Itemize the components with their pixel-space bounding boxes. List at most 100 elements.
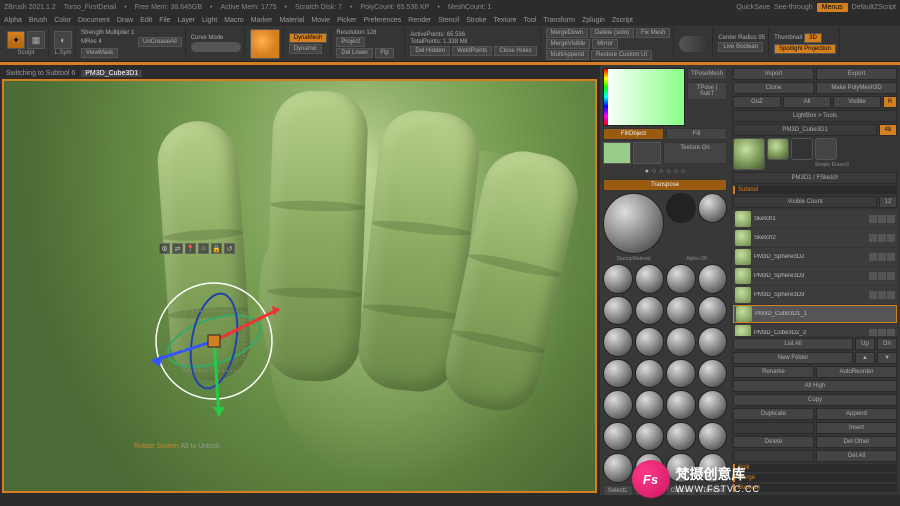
delother-button[interactable]: Del Other xyxy=(816,436,897,448)
secondary-color-swatch[interactable] xyxy=(633,142,661,164)
del-lower-button[interactable]: Del Lower xyxy=(336,48,373,58)
clone-button[interactable]: Clone xyxy=(733,82,814,94)
menu-transform[interactable]: Transform xyxy=(543,17,575,24)
strength-slider-label[interactable]: Strength Multiplier 1 xyxy=(81,30,136,36)
color-picker[interactable] xyxy=(603,68,685,126)
trimcu-button[interactable]: TrimCu xyxy=(698,485,728,496)
fillobject-button[interactable]: FillObject xyxy=(603,128,664,140)
dynamesh-button[interactable]: DynaMesh xyxy=(289,33,328,43)
delall-button[interactable]: Del All xyxy=(816,450,897,462)
resolution-slider[interactable]: Resolution 128 xyxy=(336,30,376,36)
autoreorder-button[interactable]: AutoReorder xyxy=(816,366,897,378)
mergevisible-button[interactable]: MergeVisible xyxy=(546,39,591,49)
brush-preset[interactable] xyxy=(698,296,728,326)
append-button[interactable]: Append xyxy=(816,408,897,420)
menu-texture[interactable]: Texture xyxy=(493,17,516,24)
brush-preset[interactable] xyxy=(603,390,633,420)
brush-smooth[interactable] xyxy=(635,422,665,452)
menu-edit[interactable]: Edit xyxy=(140,17,152,24)
dynamic-button[interactable]: Dynamic xyxy=(289,44,322,54)
del-hidden-button[interactable]: Del Hidden xyxy=(410,46,450,56)
brush-zmodel[interactable] xyxy=(666,422,696,452)
subtool-header[interactable]: Subtool xyxy=(733,186,897,194)
brush-preset[interactable] xyxy=(635,296,665,326)
brush-preset[interactable] xyxy=(603,327,633,357)
subtool-item[interactable]: Sketch1 xyxy=(733,210,897,228)
thumbnail-3d-button[interactable]: 3D xyxy=(804,33,822,43)
mirror-button[interactable]: Mirror xyxy=(592,39,618,49)
brush-preset[interactable] xyxy=(603,359,633,389)
live-boolean-button[interactable]: Live Boolean xyxy=(718,42,763,52)
fix-mesh-button[interactable]: Fix Mesh xyxy=(636,28,670,38)
close-holes-button[interactable]: Close Holes xyxy=(494,46,536,56)
current-tool-name[interactable]: PM3D_Cube3D1 xyxy=(733,124,877,136)
center-radius-slider[interactable]: Center Radius 95 xyxy=(718,35,765,41)
menu-light[interactable]: Light xyxy=(202,17,217,24)
lightbox-tools-button[interactable]: LightBox > Tools xyxy=(733,110,897,122)
dot-icon[interactable]: ○ xyxy=(681,168,685,175)
menu-layer[interactable]: Layer xyxy=(178,17,196,24)
dot-icon[interactable]: ○ xyxy=(674,168,678,175)
insert-button[interactable]: Insert xyxy=(816,422,897,434)
delete-button[interactable]: Delete xyxy=(733,436,814,448)
swap-icon[interactable]: ⇄ xyxy=(172,243,183,254)
brush-preset[interactable] xyxy=(666,264,696,294)
menu-zplugin[interactable]: Zplugin xyxy=(582,17,605,24)
make-polymesh-button[interactable]: Make PolyMesh3D xyxy=(816,82,897,94)
weld-button[interactable]: WeldPoints xyxy=(452,46,492,56)
menu-brush[interactable]: Brush xyxy=(29,17,47,24)
allhigh-button[interactable]: All High xyxy=(733,380,897,392)
default-zscript-button[interactable]: DefaultZScript xyxy=(852,4,896,11)
seethrough-slider[interactable]: See-through xyxy=(774,4,813,11)
menu-macro[interactable]: Macro xyxy=(224,17,243,24)
reset-icon[interactable]: ↺ xyxy=(224,243,235,254)
goz-all-button[interactable]: All xyxy=(783,96,831,108)
menu-picker[interactable]: Picker xyxy=(337,17,356,24)
brush-gizmo[interactable] xyxy=(698,422,728,452)
viewport-canvas[interactable]: ⚙ ⇄ 📍 ⌂ 🔒 ↺ Rotate Screen Alt to xyxy=(2,79,597,493)
tool-thumb-2[interactable] xyxy=(767,138,789,160)
sculpt-mode-icon[interactable]: ✦ xyxy=(7,31,25,49)
menu-zscript[interactable]: Zscript xyxy=(612,17,633,24)
selectl-button[interactable]: SelectL xyxy=(603,485,633,496)
brush-preset[interactable] xyxy=(635,390,665,420)
arrow-down-icon[interactable]: ▼ xyxy=(877,352,897,364)
brush-preset[interactable] xyxy=(698,359,728,389)
brush-preset[interactable] xyxy=(666,359,696,389)
quicksave-button[interactable]: QuickSave xyxy=(736,4,770,11)
current-material[interactable] xyxy=(603,193,664,254)
copy-button[interactable]: Copy xyxy=(733,394,897,406)
active-subtool-name[interactable]: PM3D_Cube3D1 xyxy=(81,70,142,77)
restore-ui-button[interactable]: Restore Custom UI xyxy=(591,50,652,60)
menus-button[interactable]: Menus xyxy=(817,3,848,12)
brush-preset[interactable] xyxy=(666,453,696,483)
pin-icon[interactable]: 📍 xyxy=(185,243,196,254)
uncrease-button[interactable]: UnCreaseAll xyxy=(138,37,182,47)
brush-preset[interactable] xyxy=(603,453,633,483)
lock-icon[interactable]: 🔒 xyxy=(211,243,222,254)
brush-preset[interactable] xyxy=(698,327,728,357)
tool-thumbnail[interactable] xyxy=(733,138,765,170)
menu-color[interactable]: Color xyxy=(54,17,71,24)
subtool-item[interactable]: PM3D_Cube3D2_2 xyxy=(733,324,897,336)
brush-smooth[interactable] xyxy=(603,422,633,452)
brush-preset[interactable] xyxy=(603,264,633,294)
alpha-thumb-small[interactable] xyxy=(815,138,837,160)
arrow-up-icon[interactable]: ▲ xyxy=(855,352,875,364)
flip-button[interactable]: Flp xyxy=(375,48,393,58)
rename-button[interactable]: Rename xyxy=(733,366,814,378)
import-button[interactable]: Import xyxy=(733,68,814,80)
menu-stencil[interactable]: Stencil xyxy=(438,17,459,24)
menu-stroke[interactable]: Stroke xyxy=(466,17,486,24)
dot-icon[interactable]: ● xyxy=(645,168,649,175)
brush-preset[interactable] xyxy=(666,390,696,420)
eraser-thumb[interactable] xyxy=(791,138,813,160)
subtool-item[interactable]: PM3D_Sphere3D3 xyxy=(733,267,897,285)
brush-preset[interactable] xyxy=(698,453,728,483)
poly-mode-icon[interactable]: ▦ xyxy=(27,31,45,49)
dynamic-brush-curve[interactable] xyxy=(679,36,709,52)
transpose-button[interactable]: Transpose xyxy=(603,179,727,191)
menu-render[interactable]: Render xyxy=(408,17,431,24)
export-button[interactable]: Export xyxy=(816,68,897,80)
brush-preset[interactable] xyxy=(666,327,696,357)
